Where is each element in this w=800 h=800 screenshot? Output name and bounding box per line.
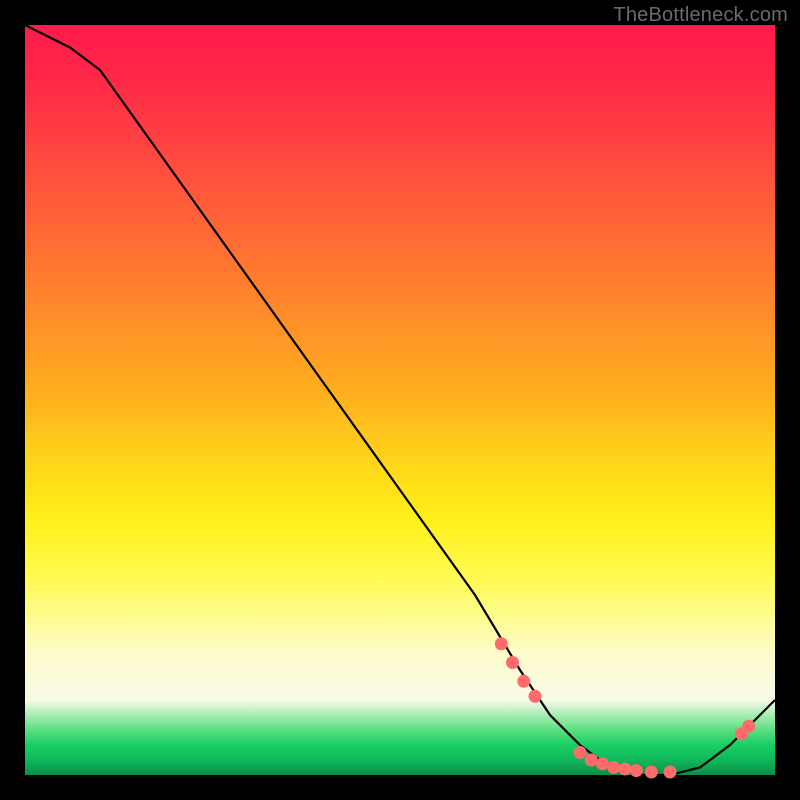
data-marker <box>664 766 677 779</box>
data-marker <box>645 766 658 779</box>
data-marker <box>529 690 542 703</box>
data-marker <box>574 746 587 759</box>
chart-frame: TheBottleneck.com <box>0 0 800 800</box>
data-marker <box>619 763 632 776</box>
data-marker <box>630 764 643 777</box>
data-marker <box>607 761 620 774</box>
watermark-text: TheBottleneck.com <box>613 4 788 27</box>
curve-layer <box>25 25 775 775</box>
bottleneck-curve <box>25 25 775 775</box>
marker-group <box>495 637 756 778</box>
data-marker <box>517 675 530 688</box>
data-marker <box>506 656 519 669</box>
data-marker <box>495 637 508 650</box>
plot-area <box>25 25 775 775</box>
data-marker <box>742 720 755 733</box>
data-marker <box>596 757 609 770</box>
data-marker <box>585 754 598 767</box>
